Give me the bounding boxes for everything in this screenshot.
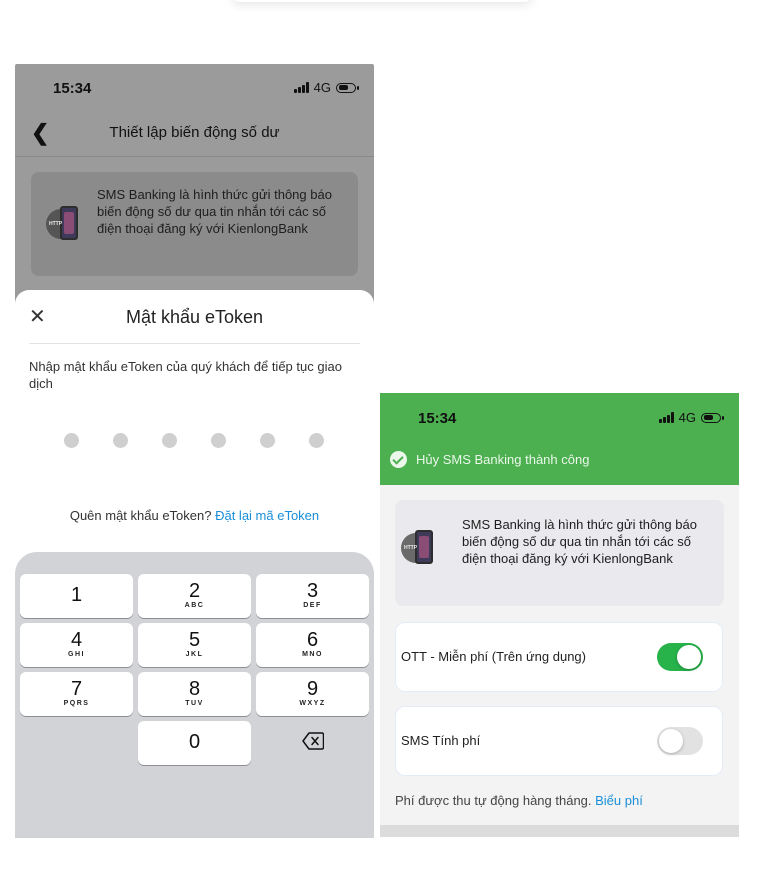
pin-dot bbox=[309, 433, 324, 448]
numeric-keypad: 1 2 ABC 3 DEF 4 GHI 5 JKL 6 MNO 7 PQRS 8 TUV 9W… bbox=[15, 552, 374, 838]
battery-icon bbox=[336, 82, 359, 93]
option-label: OTT - Miễn phí (Trên ứng dụng) bbox=[401, 649, 586, 664]
key-0[interactable]: 0 bbox=[138, 721, 251, 765]
bottom-divider bbox=[380, 825, 739, 837]
info-card: HTTP SMS Banking là hình thức gửi thông … bbox=[395, 500, 724, 606]
reset-etoken-link[interactable]: Đặt lại mã eToken bbox=[215, 508, 319, 523]
key-7[interactable]: 7 PQRS bbox=[20, 672, 133, 716]
key-4[interactable]: 4 GHI bbox=[20, 623, 133, 667]
option-ott[interactable]: OTT - Miễn phí (Trên ứng dụng) bbox=[395, 622, 723, 692]
pin-dot bbox=[260, 433, 275, 448]
network-label: 4G bbox=[313, 80, 331, 95]
etoken-sheet: ✕ Mật khẩu eToken Nhập mật khẩu eToken c… bbox=[15, 290, 374, 838]
pin-dot bbox=[64, 433, 79, 448]
forgot-text: Quên mật khẩu eToken? bbox=[69, 508, 216, 523]
toast-text: Hủy SMS Banking thành công bbox=[416, 452, 590, 467]
network-label: 4G bbox=[678, 410, 696, 425]
key-5[interactable]: 5 JKL bbox=[138, 623, 251, 667]
status-bar: 15:34 4G bbox=[15, 64, 374, 112]
backspace-icon bbox=[302, 732, 324, 750]
signal-icon bbox=[293, 82, 309, 93]
option-sms[interactable]: SMS Tính phí bbox=[395, 706, 723, 776]
info-card: HTTP SMS Banking là hình thức gửi thông … bbox=[31, 172, 358, 276]
sheet-title: Mật khẩu eToken bbox=[125, 307, 264, 327]
phone-http-icon: HTTP bbox=[401, 530, 437, 566]
sheet-instruction: Nhập mật khẩu eToken của quý khách để ti… bbox=[29, 359, 342, 391]
status-time: 15:34 bbox=[418, 410, 457, 427]
info-card-text: SMS Banking là hình thức gửi thông báo b… bbox=[462, 517, 697, 566]
top-bar-edge bbox=[232, 0, 532, 2]
check-circle-icon bbox=[390, 451, 407, 468]
ott-toggle[interactable] bbox=[657, 643, 703, 671]
pin-dot bbox=[113, 433, 128, 448]
key-2[interactable]: 2 ABC bbox=[138, 574, 251, 618]
info-card-text: SMS Banking là hình thức gửi thông báo b… bbox=[97, 187, 332, 236]
phone-http-icon: HTTP bbox=[46, 206, 82, 242]
backspace-key[interactable] bbox=[256, 721, 369, 765]
option-label: SMS Tính phí bbox=[401, 733, 481, 748]
success-toast: Hủy SMS Banking thành công bbox=[390, 451, 589, 468]
success-header: 15:34 4G Hủy SMS Banking thành công bbox=[380, 393, 739, 485]
sms-settings-screen: 15:34 4G Hủy SMS Banking thành công HTTP… bbox=[380, 393, 739, 837]
key-3[interactable]: 3 DEF bbox=[256, 574, 369, 618]
key-1[interactable]: 1 bbox=[20, 574, 133, 618]
fee-schedule-link[interactable]: Biểu phí bbox=[595, 793, 643, 808]
pin-dot bbox=[162, 433, 177, 448]
etoken-screen: 15:34 4G ❮ Thiết lập biến động số dư HTT… bbox=[15, 64, 374, 838]
forgot-etoken: Quên mật khẩu eToken? Đặt lại mã eToken bbox=[15, 508, 374, 523]
key-8[interactable]: 8 TUV bbox=[138, 672, 251, 716]
key-6[interactable]: 6 MNO bbox=[256, 623, 369, 667]
fee-note: Phí được thu tự động hàng tháng. Biểu ph… bbox=[395, 793, 643, 808]
page-title: Thiết lập biến động số dư bbox=[109, 124, 280, 141]
sms-toggle[interactable] bbox=[657, 727, 703, 755]
key-9[interactable]: 9 WXYZ bbox=[256, 672, 369, 716]
divider bbox=[29, 343, 360, 344]
battery-icon bbox=[701, 412, 724, 423]
nav-bar: ❮ Thiết lập biến động số dư bbox=[15, 112, 374, 157]
pin-dots[interactable] bbox=[64, 433, 324, 448]
status-time: 15:34 bbox=[53, 80, 92, 97]
pin-dot bbox=[211, 433, 226, 448]
signal-icon bbox=[658, 412, 674, 423]
